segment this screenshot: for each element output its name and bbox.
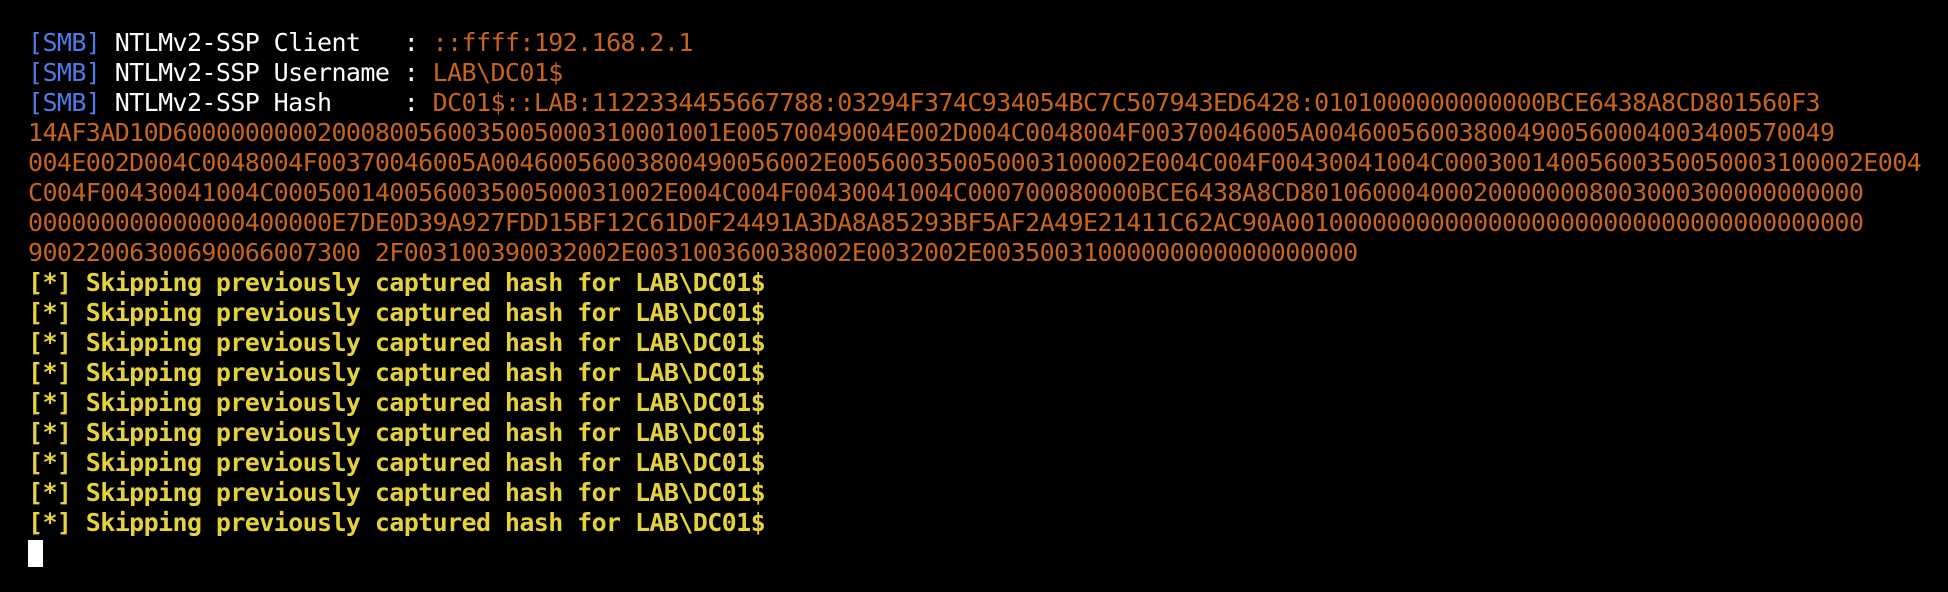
hash-continuation-line: 000000000000000400000E7DE0D39A927FDD15BF… xyxy=(28,208,1864,237)
skip-message-line: [*] Skipping previously captured hash fo… xyxy=(28,388,766,417)
prompt-line[interactable] xyxy=(28,538,1948,568)
text-cursor xyxy=(28,540,43,567)
smb-client-line: [SMB] NTLMv2-SSP Client : ::ffff:192.168… xyxy=(28,28,1948,58)
smb-tag: [SMB] xyxy=(28,28,101,57)
hash-continuation-line: 004E002D004C0048004F00370046005A00460056… xyxy=(28,148,1922,177)
terminal-window[interactable]: [SMB] NTLMv2-SSP Client : ::ffff:192.168… xyxy=(0,0,1948,592)
skip-message-line: [*] Skipping previously captured hash fo… xyxy=(28,328,766,357)
smb-username-line: [SMB] NTLMv2-SSP Username : LAB\DC01$ xyxy=(28,58,1948,88)
skip-message-line: [*] Skipping previously captured hash fo… xyxy=(28,448,766,477)
skip-message-line: [*] Skipping previously captured hash fo… xyxy=(28,478,766,507)
smb-label: NTLMv2-SSP Client : xyxy=(100,28,433,57)
smb-label: NTLMv2-SSP Username : xyxy=(100,58,433,87)
smb-value: ::ffff:192.168.2.1 xyxy=(432,28,694,57)
hash-continuation-line: 90022006300690066007300 2F00310039003200… xyxy=(28,238,1358,267)
smb-value: DC01$::LAB:1122334455667788:03294F374C93… xyxy=(432,88,1821,117)
hash-continuation-line: C004F00430041004C00050014005600350050003… xyxy=(28,178,1864,207)
skip-message-line: [*] Skipping previously captured hash fo… xyxy=(28,358,766,387)
skip-message-line: [*] Skipping previously captured hash fo… xyxy=(28,298,766,327)
smb-tag: [SMB] xyxy=(28,58,101,87)
skip-message-line: [*] Skipping previously captured hash fo… xyxy=(28,418,766,447)
skip-message-line: [*] Skipping previously captured hash fo… xyxy=(28,508,766,537)
smb-hash-line: [SMB] NTLMv2-SSP Hash : DC01$::LAB:11223… xyxy=(28,88,1948,118)
skip-message-line: [*] Skipping previously captured hash fo… xyxy=(28,268,766,297)
smb-tag: [SMB] xyxy=(28,88,101,117)
smb-label: NTLMv2-SSP Hash : xyxy=(100,88,433,117)
smb-value: LAB\DC01$ xyxy=(432,58,564,87)
hash-continuation-line: 14AF3AD10D600000000020008005600350050003… xyxy=(28,118,1835,147)
